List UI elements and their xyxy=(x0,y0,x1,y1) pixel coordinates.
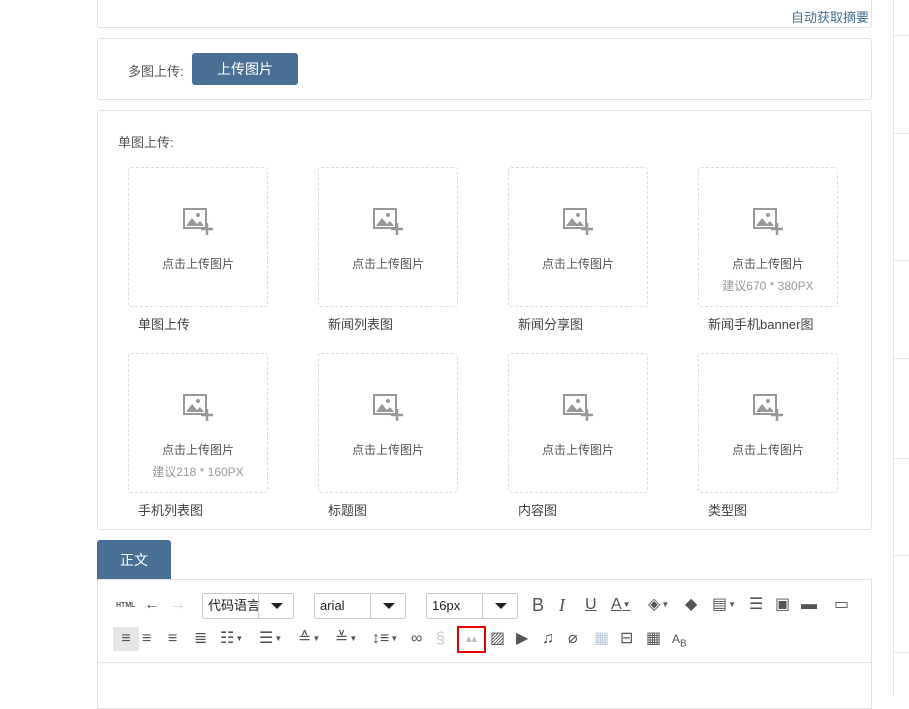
image-upload-card[interactable]: 点击上传图片 xyxy=(698,353,838,493)
page-break-icon[interactable]: ⊟ xyxy=(620,627,633,651)
font-size-value: 16px xyxy=(432,598,461,613)
paragraph-spacing-top-icon[interactable]: ≙▼ xyxy=(298,627,320,651)
simple-image-icon[interactable]: ▴▴ xyxy=(457,626,486,653)
card-label: 内容图 xyxy=(518,503,558,518)
toolbar-divider xyxy=(98,662,871,663)
preview-icon[interactable]: ▭ xyxy=(834,593,849,617)
add-image-icon xyxy=(183,206,213,236)
attachment-icon[interactable]: ⌀ xyxy=(568,627,578,651)
rich-text-editor: HTML ← → 代码语言 arial 16px B I U A▼ ◈▼ ◆ ▤… xyxy=(97,579,872,709)
underline-icon[interactable]: U xyxy=(585,593,597,617)
line-height-icon[interactable]: ↕≡▼ xyxy=(372,627,398,651)
upload-prompt: 点击上传图片 xyxy=(541,443,614,457)
add-image-icon xyxy=(753,206,783,236)
add-image-icon xyxy=(563,206,593,236)
clear-doc-icon[interactable]: ▬ xyxy=(801,593,817,617)
image-upload-card[interactable]: 点击上传图片 xyxy=(128,167,268,307)
align-justify-icon[interactable]: ≣ xyxy=(194,627,207,651)
font-family-select[interactable]: arial xyxy=(314,593,406,619)
font-color-icon[interactable]: A▼ xyxy=(611,593,631,617)
background-color-icon[interactable]: ◈▼ xyxy=(648,593,669,617)
image-upload-card[interactable]: 点击上传图片 xyxy=(318,353,458,493)
image-upload-card[interactable]: 点击上传图片 建议218 * 160PX xyxy=(128,353,268,493)
link-icon[interactable]: ∞ xyxy=(411,627,422,651)
upload-prompt: 点击上传图片 xyxy=(731,443,804,457)
italic-icon[interactable]: I xyxy=(559,593,565,617)
undo-icon[interactable]: ← xyxy=(144,593,160,617)
right-divider xyxy=(894,133,909,134)
tab-body[interactable]: 正文 xyxy=(97,540,171,580)
chevron-down-icon xyxy=(482,594,517,618)
right-divider xyxy=(893,0,894,696)
paste-text-icon[interactable]: ▣ xyxy=(775,593,790,617)
auto-summary-link[interactable]: 自动获取摘要 xyxy=(791,7,869,26)
size-hint: 建议670 * 380PX xyxy=(722,279,814,293)
right-divider xyxy=(894,458,909,459)
indent-icon[interactable]: ☰ xyxy=(749,593,763,617)
paragraph-spacing-bottom-icon[interactable]: ≚▼ xyxy=(335,627,357,651)
add-image-icon xyxy=(563,392,593,422)
ordered-list-icon[interactable]: ☷▼ xyxy=(220,627,243,651)
eraser-icon[interactable]: ◆ xyxy=(685,593,697,617)
table-icon[interactable]: ▦ xyxy=(646,627,661,651)
image-upload-card[interactable]: 点击上传图片 xyxy=(318,167,458,307)
image-upload-card[interactable]: 点击上传图片 xyxy=(508,353,648,493)
right-divider xyxy=(894,652,909,653)
bold-icon[interactable]: B xyxy=(532,593,544,617)
font-family-value: arial xyxy=(320,598,345,613)
right-divider xyxy=(894,555,909,556)
card-label: 类型图 xyxy=(708,503,748,518)
multi-upload-panel: 多图上传: 上传图片 xyxy=(97,38,872,100)
single-upload-label: 单图上传: xyxy=(118,135,174,150)
unlink-icon[interactable]: § xyxy=(436,627,445,651)
right-divider xyxy=(894,35,909,36)
summary-panel: 自动获取摘要 xyxy=(97,0,872,28)
upload-prompt: 点击上传图片 xyxy=(541,257,614,271)
video-icon[interactable]: ▶ xyxy=(516,627,528,651)
card-label: 新闻手机banner图 xyxy=(708,317,814,332)
add-image-icon xyxy=(373,392,403,422)
card-label: 单图上传 xyxy=(138,317,191,332)
align-center-icon[interactable]: ≡ xyxy=(168,627,177,651)
map-icon[interactable]: ▦ xyxy=(594,627,609,651)
insert-image-icon[interactable]: ▨ xyxy=(490,627,505,651)
upload-prompt: 点击上传图片 xyxy=(161,257,234,271)
unordered-list-icon[interactable]: ☰▼ xyxy=(259,627,282,651)
add-image-icon xyxy=(373,206,403,236)
multi-upload-label: 多图上传: xyxy=(128,64,184,79)
upload-prompt: 点击上传图片 xyxy=(351,257,424,271)
image-upload-card[interactable]: 点击上传图片 xyxy=(508,167,648,307)
redo-icon[interactable]: → xyxy=(170,593,186,617)
code-language-value: 代码语言 xyxy=(208,598,261,613)
right-divider xyxy=(894,260,909,261)
html-source-button[interactable]: HTML xyxy=(116,594,135,618)
add-image-icon xyxy=(753,392,783,422)
chevron-down-icon xyxy=(370,594,405,618)
align-left-icon[interactable]: ≡ xyxy=(113,627,139,651)
card-label: 标题图 xyxy=(328,503,368,518)
chevron-down-icon xyxy=(258,594,293,618)
size-hint: 建议218 * 160PX xyxy=(152,465,244,479)
card-label: 手机列表图 xyxy=(138,503,204,518)
music-icon[interactable]: ♫ xyxy=(542,627,554,651)
align-right-icon[interactable]: ≡ xyxy=(142,627,151,651)
upload-prompt: 点击上传图片 xyxy=(161,443,234,457)
right-divider xyxy=(894,358,909,359)
add-image-icon xyxy=(183,392,213,422)
font-size-select[interactable]: 16px xyxy=(426,593,518,619)
card-label: 新闻列表图 xyxy=(328,317,394,332)
upload-prompt: 点击上传图片 xyxy=(351,443,424,457)
spellcheck-icon[interactable]: AB xyxy=(672,627,687,651)
upload-images-button[interactable]: 上传图片 xyxy=(192,53,298,85)
single-upload-panel: 单图上传: 点击上传图片 单图上传 点击上传图片 新闻列表图 点击上传图片 新闻… xyxy=(97,110,872,530)
upload-prompt: 点击上传图片 xyxy=(731,257,804,271)
card-label: 新闻分享图 xyxy=(518,317,584,332)
paragraph-format-icon[interactable]: ▤▼ xyxy=(712,593,736,617)
image-upload-card[interactable]: 点击上传图片 建议670 * 380PX xyxy=(698,167,838,307)
code-language-select[interactable]: 代码语言 xyxy=(202,593,294,619)
